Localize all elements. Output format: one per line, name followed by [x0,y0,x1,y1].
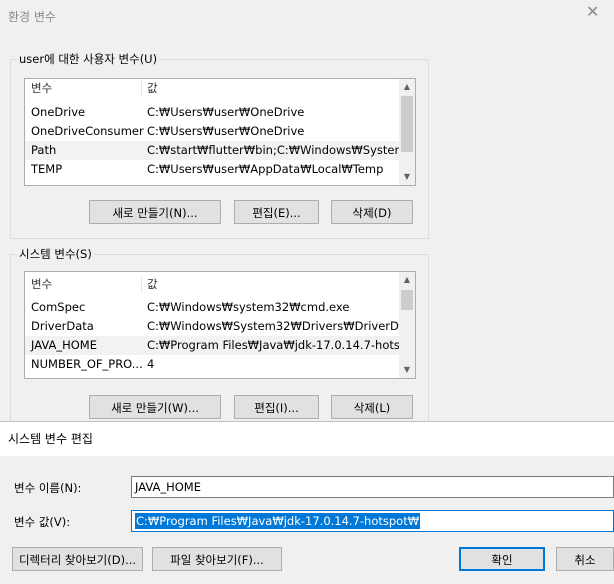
system-variables-label: 시스템 변수(S) [17,246,94,262]
scroll-down-icon[interactable]: ▼ [399,362,415,378]
variable-value: 4 [147,357,155,371]
variable-value-input[interactable]: C:₩Program Files₩Java₩jdk-17.0.14.7-hots… [131,510,614,532]
dialog-title: 시스템 변수 편집 [8,432,93,446]
list-item[interactable]: DriverData C:₩Windows₩System32₩Drivers₩D… [25,317,415,336]
variable-value: C:₩Users₩user₩OneDrive [147,105,305,119]
variable-value: C:₩Windows₩System32₩Drivers₩DriverData [147,319,416,333]
list-header[interactable]: 변수 값 [25,79,399,98]
user-new-button[interactable]: 새로 만들기(N)... [89,200,221,224]
variable-value-selection: C:₩Program Files₩Java₩jdk-17.0.14.7-hots… [135,513,421,529]
scroll-up-icon[interactable]: ▲ [399,272,415,288]
close-icon[interactable]: ✕ [586,2,599,21]
system-new-button[interactable]: 새로 만들기(W)... [89,395,221,419]
variable-name: DriverData [31,319,94,333]
system-edit-button[interactable]: 편집(I)... [234,395,319,419]
user-delete-button[interactable]: 삭제(D) [331,200,413,224]
browse-file-button[interactable]: 파일 찾아보기(F)... [152,547,282,571]
window-title: 환경 변수 [8,10,56,24]
column-separator [141,277,142,293]
variable-name: TEMP [31,162,63,176]
variable-name-value: JAVA_HOME [135,480,201,494]
list-item-selected[interactable]: Path C:₩start₩flutter₩bin;C:₩Windows₩Sys… [25,141,415,160]
column-header-value[interactable]: 값 [147,79,158,98]
user-variables-list[interactable]: 변수 값 OneDrive C:₩Users₩user₩OneDrive One… [24,78,416,186]
variable-name-label: 변수 이름(N): [14,481,82,495]
variable-name: OneDrive [31,105,86,119]
variable-value: C:₩Users₩user₩AppData₩Local₩Temp [147,162,384,176]
user-edit-button[interactable]: 편집(E)... [234,200,319,224]
system-variables-list[interactable]: 변수 값 ComSpec C:₩Windows₩system32₩cmd.exe… [24,271,416,379]
vertical-scrollbar[interactable]: ▲ ▼ [399,79,415,185]
scroll-up-icon[interactable]: ▲ [399,79,415,95]
variable-name-input[interactable]: JAVA_HOME [131,476,614,498]
browse-directory-button[interactable]: 디렉터리 찾아보기(D)... [12,547,143,571]
variable-value: C:₩Program Files₩Java₩jdk-17.0.14.7-hots… [147,338,411,352]
variable-value: C:₩Windows₩system32₩cmd.exe [147,300,350,314]
edit-variable-dialog: 시스템 변수 편집 변수 이름(N): JAVA_HOME 변수 값(V): C… [0,421,614,584]
vertical-scrollbar[interactable]: ▲ ▼ [399,272,415,378]
list-item-selected[interactable]: JAVA_HOME C:₩Program Files₩Java₩jdk-17.0… [25,336,411,355]
list-header[interactable]: 변수 값 [25,275,399,294]
scroll-down-icon[interactable]: ▼ [399,169,415,185]
ok-button[interactable]: 확인 [459,547,545,571]
variable-value: C:₩start₩flutter₩bin;C:₩Windows₩System..… [147,143,416,157]
scrollbar-thumb[interactable] [401,290,413,310]
variable-name: NUMBER_OF_PRO... [31,357,143,371]
column-header-value[interactable]: 값 [147,275,158,294]
variable-name: ComSpec [31,300,86,314]
list-item[interactable]: OneDrive C:₩Users₩user₩OneDrive [25,103,399,122]
variable-value: C:₩Users₩user₩OneDrive [147,124,305,138]
column-header-variable[interactable]: 변수 [31,79,52,98]
variable-name: JAVA_HOME [31,338,97,352]
cancel-button[interactable]: 취소 [556,547,614,571]
column-separator [141,81,142,97]
list-item[interactable]: TEMP C:₩Users₩user₩AppData₩Local₩Temp [25,160,399,179]
list-item[interactable]: OneDriveConsumer C:₩Users₩user₩OneDrive [25,122,399,141]
list-item[interactable]: NUMBER_OF_PRO... 4 [25,355,399,374]
variable-name: Path [31,143,57,157]
variable-value-label: 변수 값(V): [14,515,71,529]
list-item[interactable]: ComSpec C:₩Windows₩system32₩cmd.exe [25,298,399,317]
scrollbar-thumb[interactable] [401,96,413,152]
system-delete-button[interactable]: 삭제(L) [331,395,413,419]
column-header-variable[interactable]: 변수 [31,275,52,294]
variable-name: OneDriveConsumer [31,124,144,138]
user-variables-label: user에 대한 사용자 변수(U) [17,51,160,67]
